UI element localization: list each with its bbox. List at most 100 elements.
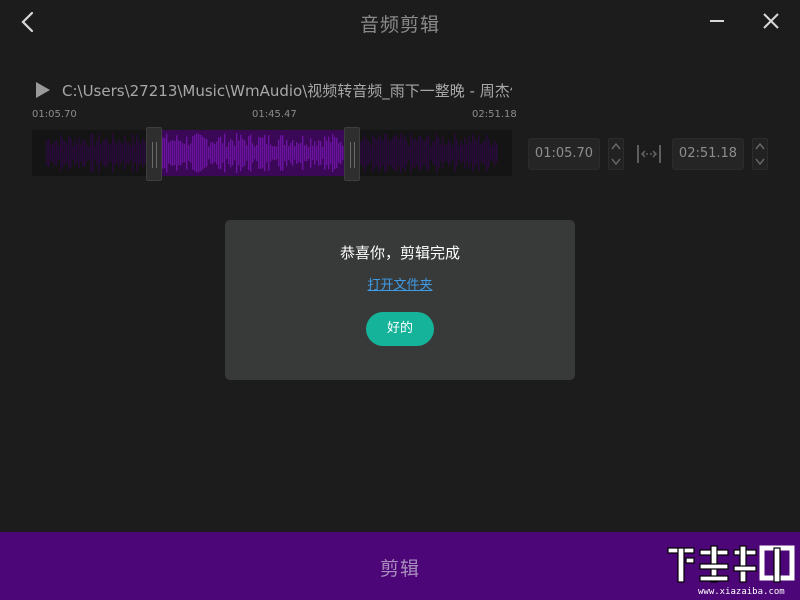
waveform-bar <box>88 146 90 160</box>
waveform-bar <box>142 138 144 168</box>
waveform-bar <box>236 133 238 173</box>
waveform-bar <box>250 134 252 172</box>
waveform-bar <box>400 133 402 173</box>
waveform-bar <box>384 133 386 173</box>
waveform-bar <box>132 134 134 172</box>
end-time-input[interactable]: 02:51.18 <box>672 138 744 170</box>
waveform-bar <box>396 134 398 172</box>
waveform-bar <box>364 134 366 172</box>
waveform-bar <box>220 136 222 170</box>
waveform-bar <box>488 139 490 167</box>
waveform-bar <box>340 141 342 165</box>
waveform-bar <box>338 143 340 163</box>
waveform-bar <box>168 142 170 164</box>
waveform-bar <box>200 134 202 172</box>
waveform-bar <box>434 140 436 166</box>
open-folder-link[interactable]: 打开文件夹 <box>225 274 575 293</box>
waveform-bar <box>184 143 186 163</box>
waveform-bar <box>120 142 122 164</box>
window-title: 音频剪辑 <box>359 14 440 36</box>
waveform-bar <box>136 134 138 172</box>
waveform-bar <box>66 143 68 163</box>
waveform-bar <box>226 146 228 160</box>
waveform-bar <box>124 136 126 170</box>
waveform-bar <box>74 140 76 166</box>
waveform-bar <box>298 143 300 163</box>
waveform-bar <box>468 136 470 170</box>
waveform-bar <box>292 140 294 166</box>
watermark-url: www.xiazaiba.com <box>698 587 785 597</box>
waveform-bar <box>388 141 390 165</box>
waveform-bar <box>448 139 450 167</box>
waveform-bar <box>198 134 200 172</box>
waveform-bar <box>490 145 492 161</box>
waveform-bar <box>196 133 198 173</box>
trim-end-handle[interactable] <box>344 127 360 181</box>
waveform-bar <box>248 135 250 171</box>
start-time-up-button[interactable] <box>609 139 623 154</box>
start-time-down-button[interactable] <box>609 154 623 169</box>
waveform-bar <box>330 142 332 164</box>
waveform-bar <box>80 144 82 162</box>
dialog-message: 恭喜你，剪辑完成 <box>339 244 460 262</box>
play-button[interactable] <box>34 80 52 100</box>
waveform-bar <box>254 146 256 160</box>
waveform-bar <box>110 144 112 162</box>
minimize-icon <box>710 20 724 22</box>
waveform-bar <box>294 146 296 160</box>
close-button[interactable] <box>758 8 784 34</box>
waveform-bar <box>264 134 266 172</box>
waveform-bar <box>442 137 444 169</box>
waveform-bar <box>300 142 302 164</box>
waveform-bar <box>418 136 420 170</box>
trim-start-handle[interactable] <box>146 127 162 181</box>
waveform-bar <box>140 143 142 163</box>
waveform[interactable] <box>32 130 512 176</box>
waveform-bar <box>64 141 66 165</box>
waveform-bar <box>84 140 86 166</box>
waveform-bar <box>52 143 54 163</box>
waveform-bar <box>402 138 404 168</box>
waveform-bar <box>426 134 428 172</box>
waveform-bar <box>182 143 184 163</box>
waveform-bar <box>456 139 458 167</box>
waveform-bar <box>46 140 48 166</box>
waveform-bar <box>472 134 474 172</box>
waveform-bar <box>228 141 230 165</box>
file-path: C:\Users\27213\Music\WmAudio\视频转音频_雨下一整晚… <box>62 82 512 100</box>
waveform-bar <box>116 143 118 163</box>
waveform-bar <box>192 136 194 170</box>
end-time-up-button[interactable] <box>753 139 767 154</box>
waveform-bar <box>72 145 74 161</box>
waveform-bar <box>240 134 242 172</box>
play-icon <box>36 82 50 98</box>
waveform-bar <box>86 144 88 162</box>
waveform-bar <box>56 139 58 167</box>
close-icon <box>763 13 779 29</box>
waveform-bar <box>290 143 292 163</box>
minimize-button[interactable] <box>704 8 730 34</box>
waveform-bar <box>302 135 304 171</box>
waveform-bar <box>172 140 174 166</box>
waveform-bar <box>258 137 260 169</box>
waveform-bar <box>104 139 106 167</box>
waveform-bar <box>246 145 248 161</box>
waveform-bar <box>222 143 224 163</box>
start-time-input[interactable]: 01:05.70 <box>528 138 600 170</box>
waveform-bar <box>112 133 114 173</box>
waveform-bar <box>416 141 418 165</box>
start-time-stepper <box>608 138 624 170</box>
waveform-bar <box>420 136 422 170</box>
ok-button[interactable]: 好的 <box>366 312 434 346</box>
waveform-bar <box>188 145 190 161</box>
waveform-bar <box>98 133 100 173</box>
waveform-bar <box>48 139 50 167</box>
waveform-bar <box>162 137 164 169</box>
end-time-down-button[interactable] <box>753 154 767 169</box>
waveform-bar <box>134 143 136 163</box>
waveform-bar <box>122 144 124 162</box>
waveform-bar <box>62 138 64 168</box>
waveform-bar <box>164 137 166 169</box>
waveform-bar <box>96 140 98 166</box>
waveform-bar <box>92 133 94 173</box>
